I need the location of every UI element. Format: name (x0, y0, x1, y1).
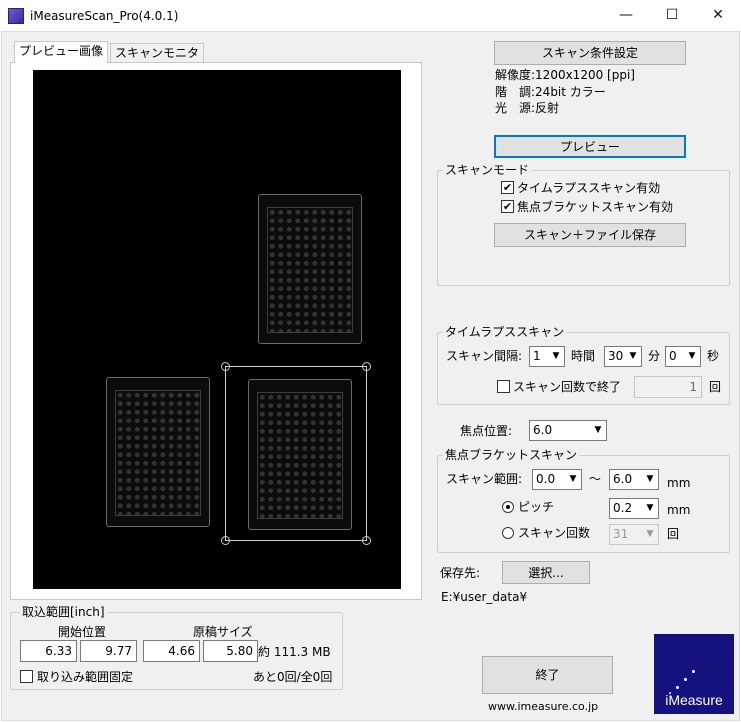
window-title: iMeasureScan_Pro(4.0.1) (30, 9, 179, 23)
minutes-unit: 分 (648, 349, 661, 363)
hours-select[interactable]: 1 ▼ (529, 346, 565, 367)
size-width-field[interactable]: 4.66 (143, 640, 200, 662)
title-bar: iMeasureScan_Pro(4.0.1) — ☐ ✕ (0, 0, 741, 31)
end-by-count-checkbox[interactable] (497, 380, 510, 393)
scan-and-save-button[interactable]: スキャン＋ファイル保存 (494, 223, 686, 247)
close-icon[interactable]: ✕ (695, 0, 741, 31)
focus-bracket-checkbox[interactable]: ✔ (501, 200, 514, 213)
bracket-count-unit: 回 (667, 527, 680, 541)
scan-settings-button[interactable]: スキャン条件設定 (494, 41, 686, 65)
resolution-text: 解像度:1200x1200 [ppi] (495, 68, 635, 82)
resize-handle[interactable] (221, 362, 230, 371)
start-position-label: 開始位置 (58, 625, 107, 639)
timelapse-label: タイムラプススキャン (443, 325, 567, 339)
resize-handle[interactable] (362, 362, 371, 371)
tab-preview-image[interactable]: プレビュー画像 (14, 41, 109, 63)
tab-scan-monitor[interactable]: スキャンモニタ (110, 43, 205, 63)
start-x-field[interactable]: 6.33 (20, 640, 77, 662)
interval-label: スキャン間隔: (446, 349, 523, 363)
timelapse-checkbox[interactable]: ✔ (501, 181, 514, 194)
exit-button[interactable]: 終了 (482, 656, 613, 694)
bracket-count-select[interactable]: 31 ▼ (609, 524, 659, 545)
minimize-icon[interactable]: — (603, 0, 649, 31)
capture-range-label: 取込範囲[inch] (20, 605, 107, 619)
approx-size-text: 約 111.3 MB (258, 645, 331, 659)
focus-bracket-label: 焦点ブラケットスキャン (443, 448, 580, 462)
well-plate (258, 194, 362, 344)
well-plate (106, 377, 210, 527)
count-radio[interactable] (502, 527, 514, 539)
bracket-count-label: スキャン回数 (518, 526, 591, 540)
hours-unit: 時間 (571, 349, 596, 363)
app-icon (8, 8, 24, 24)
tone-text: 階 調:24bit カラー (495, 85, 606, 99)
pitch-radio[interactable] (502, 501, 514, 513)
scan-count-field[interactable]: 1 (634, 376, 702, 398)
select-folder-button[interactable]: 選択... (502, 561, 590, 584)
light-source-text: 光 源:反射 (495, 101, 560, 115)
save-path-text: E:¥user_data¥ (441, 590, 528, 604)
website-text: www.imeasure.co.jp (488, 700, 599, 713)
focus-position-label: 焦点位置: (460, 424, 513, 438)
logo-text: iMeasure (665, 692, 723, 708)
scan-mode-label: スキャンモード (443, 163, 532, 177)
size-height-field[interactable]: 5.80 (203, 640, 258, 662)
start-y-field[interactable]: 9.77 (80, 640, 137, 662)
range-from-select[interactable]: 0.0 ▼ (532, 469, 582, 490)
range-tilde: ～ (589, 472, 602, 486)
fix-range-label: 取り込み範囲固定 (37, 670, 134, 684)
fix-range-checkbox[interactable] (20, 670, 33, 683)
count-unit: 回 (709, 380, 722, 394)
minutes-select[interactable]: 30 ▼ (604, 346, 642, 367)
seconds-unit: 秒 (707, 349, 720, 363)
preview-button[interactable]: プレビュー (494, 135, 686, 158)
range-unit: mm (667, 476, 691, 490)
pitch-select[interactable]: 0.2 ▼ (609, 498, 659, 519)
save-destination-label: 保存先: (440, 566, 481, 580)
document-size-label: 原稿サイズ (193, 625, 253, 639)
preview-canvas[interactable] (33, 70, 401, 589)
focus-position-select[interactable]: 6.0 ▼ (529, 420, 607, 441)
resize-handle[interactable] (221, 536, 230, 545)
end-by-count-label: スキャン回数で終了 (513, 380, 622, 394)
seconds-select[interactable]: 0 ▼ (665, 346, 701, 367)
resize-handle[interactable] (362, 536, 371, 545)
selection-rectangle[interactable] (225, 366, 367, 541)
range-to-select[interactable]: 6.0 ▼ (609, 469, 659, 490)
focus-bracket-enabled-label: 焦点ブラケットスキャン有効 (517, 200, 674, 214)
pitch-unit: mm (667, 503, 691, 517)
remaining-count-text: あと0回/全0回 (253, 670, 333, 684)
timelapse-enabled-label: タイムラプススキャン有効 (517, 181, 661, 195)
imeasure-logo: iMeasure (654, 634, 734, 714)
scan-range-label: スキャン範囲: (446, 472, 523, 486)
pitch-label: ピッチ (518, 500, 555, 514)
maximize-icon[interactable]: ☐ (649, 0, 695, 31)
